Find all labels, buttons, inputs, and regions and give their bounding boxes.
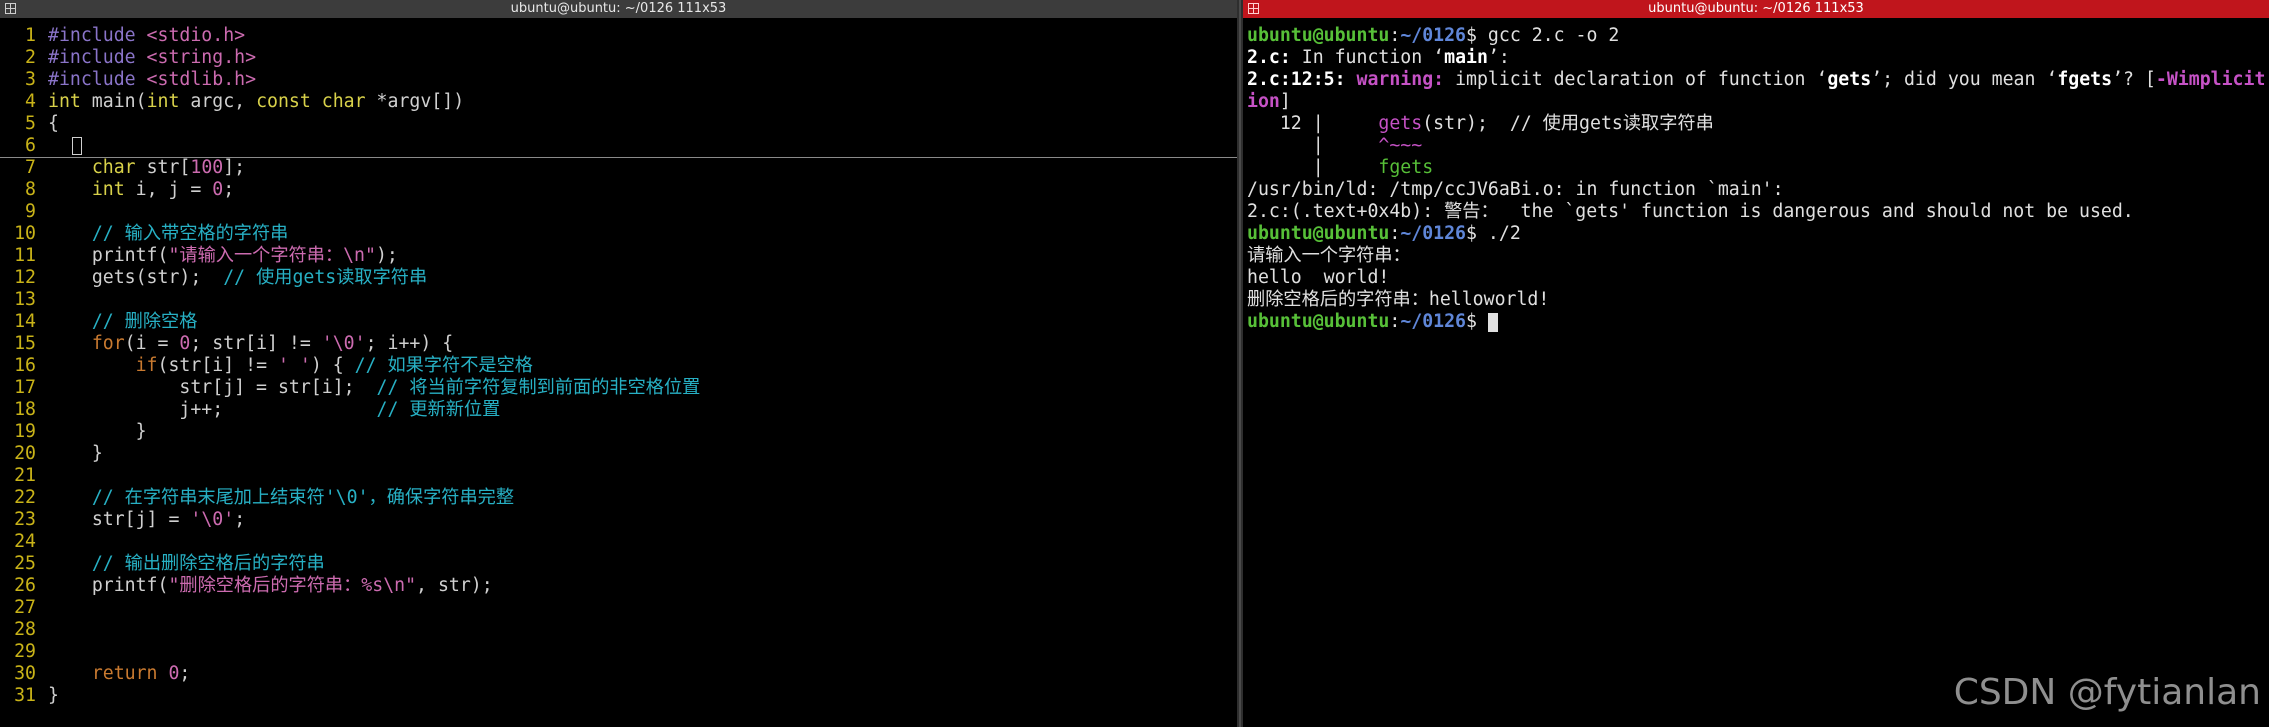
- terminal-line: 12 | gets(str); // 使用gets读取字符串: [1247, 113, 1714, 134]
- code-line-9: 9: [0, 201, 1237, 223]
- code-line-17: 17 str[j] = str[i]; // 将当前字符复制到前面的非空格位置: [0, 377, 1237, 399]
- code-line-14: 14 // 删除空格: [0, 311, 1237, 333]
- code-line-31: 31}: [0, 685, 1237, 707]
- terminal-titlebar: ubuntu@ubuntu: ~/0126 111x53: [1243, 0, 2269, 18]
- line-number: 28: [14, 619, 36, 640]
- code-line-28: 28: [0, 619, 1237, 641]
- code-line-21: 21: [0, 465, 1237, 487]
- editor-pane[interactable]: ubuntu@ubuntu: ~/0126 111x53 1 #include <…: [0, 0, 1237, 727]
- code-line-22: 22 // 在字符串末尾加上结束符'\0'，确保字符串完整: [0, 487, 1237, 509]
- terminal-line: 请输入一个字符串：: [1247, 245, 1411, 266]
- code-line-13: 13: [0, 289, 1237, 311]
- terminal-line: ubuntu@ubuntu:~/0126$ gcc 2.c -o 2: [1247, 25, 1620, 46]
- terminal-title: ubuntu@ubuntu: ~/0126 111x53: [1648, 1, 1864, 16]
- code-line-5: 5{: [0, 113, 1237, 135]
- line-number: 10: [14, 223, 36, 244]
- code-line-27: 27: [0, 597, 1237, 619]
- code-line-10: 10 // 输入带空格的字符串: [0, 223, 1237, 245]
- terminal-line: ion]: [1247, 91, 1291, 112]
- line-number: 23: [14, 509, 36, 530]
- terminal-line: | fgets: [1247, 157, 1434, 178]
- code-line-2: 2 #include <string.h>: [0, 47, 1237, 69]
- terminal-line: ubuntu@ubuntu:~/0126$ ./2: [1247, 223, 1521, 244]
- editor-titlebar: ubuntu@ubuntu: ~/0126 111x53: [0, 0, 1237, 18]
- line-number: 6: [25, 135, 36, 156]
- line-number: 21: [14, 465, 36, 486]
- editor-title: ubuntu@ubuntu: ~/0126 111x53: [510, 1, 727, 16]
- line-number: 3: [25, 69, 36, 90]
- line-number: 7: [25, 157, 36, 178]
- line-number: 5: [25, 113, 36, 134]
- line-number: 30: [14, 663, 36, 684]
- line-number: 19: [14, 421, 36, 442]
- code-line-24: 24: [0, 531, 1237, 553]
- terminal-line: 2.c:(.text+0x4b): 警告： the `gets' functio…: [1247, 201, 2134, 222]
- line-number: 9: [25, 201, 36, 222]
- line-number: 18: [14, 399, 36, 420]
- terminal-line: hello world!: [1247, 267, 1390, 288]
- line-number: 22: [14, 487, 36, 508]
- code-line-16: 16 if(str[i] != ' ') { // 如果字符不是空格: [0, 355, 1237, 377]
- terminal-line: /usr/bin/ld: /tmp/ccJV6aBi.o: in functio…: [1247, 179, 1784, 200]
- csdn-watermark: CSDN @fytianlan: [1953, 672, 2261, 713]
- line-number: 15: [14, 333, 36, 354]
- terminal-line: 删除空格后的字符串：helloworld!: [1247, 289, 1550, 310]
- code-line-25: 25 // 输出删除空格后的字符串: [0, 553, 1237, 575]
- line-number: 13: [14, 289, 36, 310]
- line-number: 11: [14, 245, 36, 266]
- editor-cursor: [72, 137, 82, 155]
- code-line-11: 11 printf("请输入一个字符串：\n");: [0, 245, 1237, 267]
- line-number: 2: [25, 47, 36, 68]
- code-line-7: 7 char str[100];: [0, 157, 1237, 179]
- line-number: 27: [14, 597, 36, 618]
- line-number: 14: [14, 311, 36, 332]
- line-number: 12: [14, 267, 36, 288]
- code-line-23: 23 str[j] = '\0';: [0, 509, 1237, 531]
- code-line-1: 1 #include <stdio.h>: [0, 25, 1237, 47]
- line-number: 26: [14, 575, 36, 596]
- line-number: 1: [25, 25, 36, 46]
- line-number: 8: [25, 179, 36, 200]
- code-line-26: 26 printf("删除空格后的字符串：%s\n", str);: [0, 575, 1237, 597]
- line-number: 4: [25, 91, 36, 112]
- terminal-line: 2.c:12:5: warning: implicit declaration …: [1247, 69, 2266, 90]
- line-number: 31: [14, 685, 36, 706]
- terminal-line: | ^~~~: [1247, 135, 1423, 156]
- terminator-grid-icon[interactable]: [1248, 3, 1259, 14]
- terminal-line: 2.c: In function ‘main’:: [1247, 47, 1510, 68]
- code-line-19: 19 }: [0, 421, 1237, 443]
- code-line-15: 15 for(i = 0; str[i] != '\0'; i++) {: [0, 333, 1237, 355]
- line-number: 24: [14, 531, 36, 552]
- line-number: 29: [14, 641, 36, 662]
- code-line-20: 20 }: [0, 443, 1237, 465]
- code-line-12: 12 gets(str); // 使用gets读取字符串: [0, 267, 1237, 289]
- code-line-29: 29: [0, 641, 1237, 663]
- line-number: 25: [14, 553, 36, 574]
- code-line-30: 30 return 0;: [0, 663, 1237, 685]
- code-line-6-cursorline[interactable]: 6: [0, 135, 1237, 158]
- line-number: 16: [14, 355, 36, 376]
- line-number: 17: [14, 377, 36, 398]
- code-line-3: 3 #include <stdlib.h>: [0, 69, 1237, 91]
- terminator-grid-icon[interactable]: [5, 3, 16, 14]
- terminal-prompt-line[interactable]: ubuntu@ubuntu:~/0126$: [1247, 311, 2269, 333]
- code-line-18: 18 j++; // 更新新位置: [0, 399, 1237, 421]
- code-line-8: 8 int i, j = 0;: [0, 179, 1237, 201]
- terminal-cursor: [1487, 312, 1498, 332]
- code-line-4: 4 int main(int argc, const char *argv[]): [0, 91, 1237, 113]
- line-number: 20: [14, 443, 36, 464]
- terminal-pane[interactable]: ubuntu@ubuntu: ~/0126 111x53 ubuntu@ubun…: [1243, 0, 2269, 727]
